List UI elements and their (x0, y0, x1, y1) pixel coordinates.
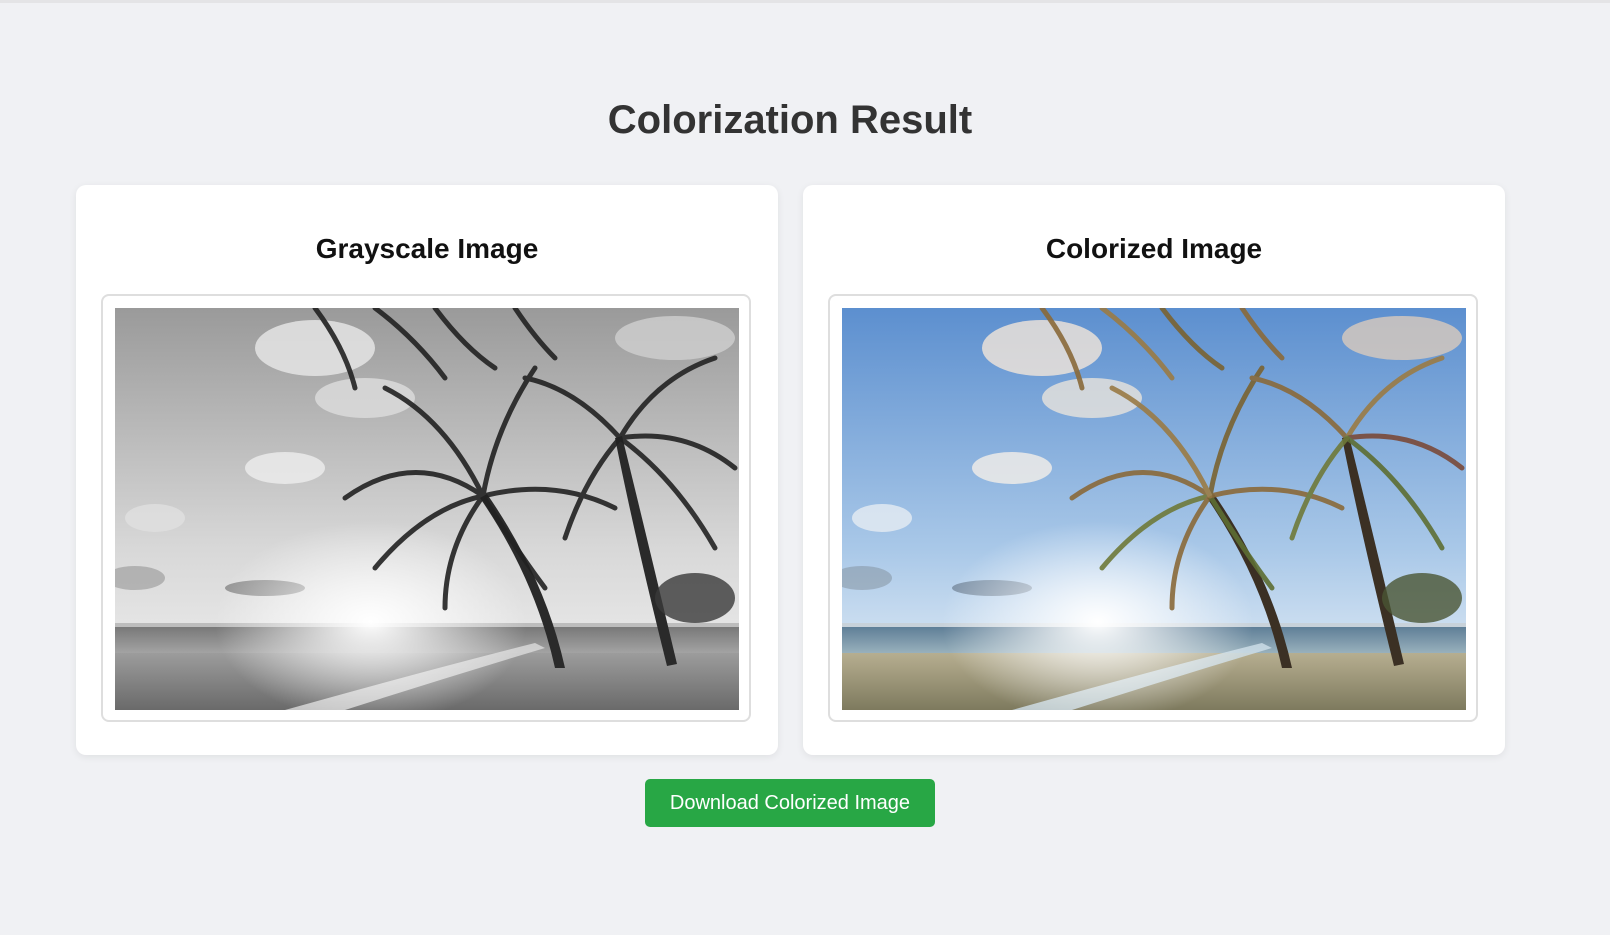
grayscale-card-title: Grayscale Image (315, 233, 539, 264)
download-colorized-button[interactable]: Download Colorized Image (645, 779, 935, 827)
grayscale-image-frame (101, 294, 751, 722)
colorized-image (842, 308, 1466, 710)
colorized-image-frame (828, 294, 1478, 722)
grayscale-image (115, 308, 739, 710)
colorized-card: Colorized Image (803, 185, 1505, 755)
page-title: Colorization Result (607, 98, 973, 142)
top-border (0, 0, 1610, 3)
colorized-card-title: Colorized Image (1045, 233, 1263, 264)
grayscale-card: Grayscale Image (76, 185, 778, 755)
